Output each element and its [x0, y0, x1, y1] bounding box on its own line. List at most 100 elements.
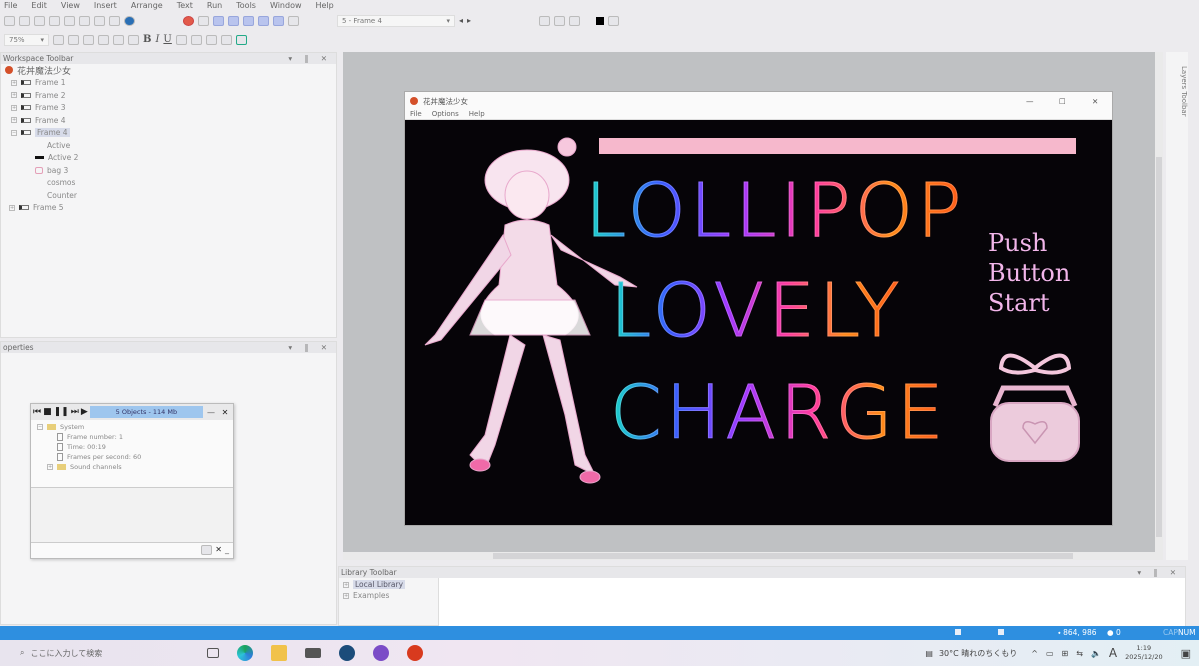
tree-object[interactable]: Counter	[5, 189, 336, 202]
tree-system[interactable]: − System	[37, 422, 227, 432]
game-menu-help[interactable]: Help	[469, 110, 485, 119]
frame-editor-icon[interactable]	[228, 15, 239, 26]
game-menu-options[interactable]: Options	[432, 110, 459, 119]
menu-arrange[interactable]: Arrange	[131, 1, 163, 10]
menu-run[interactable]: Run	[207, 1, 222, 10]
check-icon[interactable]	[68, 34, 79, 45]
layers-toolbar[interactable]: Layers Toolbar	[1166, 52, 1188, 560]
close-button[interactable]: ✕	[219, 408, 231, 417]
step-icon[interactable]: ⏭	[71, 407, 79, 417]
library-examples[interactable]: + Examples	[343, 590, 434, 601]
help-icon[interactable]	[124, 15, 135, 26]
bold-button[interactable]: B	[143, 34, 151, 45]
ime-indicator[interactable]: A	[1109, 646, 1117, 660]
vertical-scrollbar[interactable]	[1155, 52, 1163, 552]
clock[interactable]: 1:19 2025/12/20	[1125, 644, 1162, 662]
save-icon[interactable]	[34, 15, 45, 26]
watch-icon[interactable]	[201, 545, 213, 555]
menu-view[interactable]: View	[61, 1, 80, 10]
mail-icon[interactable]	[305, 648, 321, 658]
underline-button[interactable]: U	[163, 34, 171, 45]
library-local[interactable]: + Local Library	[343, 579, 434, 590]
menu-help[interactable]: Help	[316, 1, 334, 10]
weather-text[interactable]: 30°C 晴れのちくもり	[939, 648, 1017, 659]
usb-icon[interactable]: ⇆	[1076, 649, 1083, 658]
app-icon[interactable]	[373, 645, 389, 661]
tree-object[interactable]: bag 3	[5, 164, 336, 177]
menu-file[interactable]: File	[4, 1, 17, 10]
grid-icon[interactable]	[539, 15, 551, 26]
tree-item[interactable]: Frame number: 1	[37, 432, 227, 442]
tree-object[interactable]: Active 2	[5, 152, 336, 165]
network-icon[interactable]: ⊞	[1062, 649, 1069, 658]
file-explorer-icon[interactable]	[271, 645, 287, 661]
next-frame-icon[interactable]: ▸	[467, 16, 471, 25]
color-icon[interactable]	[596, 16, 605, 25]
align-grid-icon[interactable]	[83, 34, 94, 45]
game-stage[interactable]: LOLLIPOP LOVELY CHARGE Push Button Start	[405, 120, 1112, 525]
new-icon[interactable]	[4, 15, 15, 26]
tree-frame-selected[interactable]: − Frame 4	[5, 127, 336, 140]
table-icon[interactable]	[98, 34, 109, 45]
redo-icon[interactable]	[109, 15, 120, 26]
prev-frame-icon[interactable]: ◂	[459, 16, 463, 25]
align-right-icon[interactable]	[220, 34, 232, 45]
tree-frame[interactable]: + Frame 4	[5, 114, 336, 127]
align-center-icon[interactable]	[205, 34, 217, 45]
tray-chevron-icon[interactable]: ^	[1031, 649, 1038, 658]
tree-item[interactable]: Frames per second: 60	[37, 452, 227, 462]
tree-frame[interactable]: + Frame 3	[5, 102, 336, 115]
panel-controls[interactable]: ▾ ‖ ✕	[288, 343, 336, 352]
build-icon[interactable]	[288, 15, 299, 26]
taskbar-search[interactable]: ⌕ ここに入力して検索	[0, 640, 198, 666]
volume-icon[interactable]: 🔈	[1091, 649, 1101, 658]
delete-icon[interactable]: ✕	[215, 545, 222, 555]
edge-icon[interactable]	[237, 645, 253, 661]
layout-icon[interactable]	[113, 34, 124, 45]
align-left-icon[interactable]	[190, 34, 202, 45]
menu-tools[interactable]: Tools	[236, 1, 256, 10]
event-list-icon[interactable]	[258, 15, 269, 26]
panel-controls[interactable]: ▾ ‖ ✕	[1137, 568, 1185, 577]
debugger-log[interactable]	[31, 488, 233, 543]
menu-window[interactable]: Window	[270, 1, 302, 10]
minimize-button[interactable]: —	[1026, 97, 1054, 106]
tree-frame[interactable]: + Frame 2	[5, 89, 336, 102]
tree-sound[interactable]: + Sound channels	[37, 462, 227, 472]
undo-icon[interactable]	[94, 15, 105, 26]
storyboard-icon[interactable]	[213, 15, 224, 26]
maximize-button[interactable]: ☐	[1059, 97, 1087, 106]
task-view-icon[interactable]	[207, 648, 219, 658]
hand-icon[interactable]	[53, 34, 64, 45]
tree-frame[interactable]: + Frame 1	[5, 77, 336, 90]
pause-icon[interactable]: ❚❚	[54, 407, 69, 417]
menu-text[interactable]: Text	[177, 1, 193, 10]
fit-icon[interactable]	[235, 34, 247, 45]
window-icon[interactable]	[569, 15, 581, 26]
data-elements-icon[interactable]	[273, 15, 284, 26]
menu-insert[interactable]: Insert	[94, 1, 117, 10]
horizontal-scrollbar[interactable]	[343, 552, 1163, 560]
fusion-icon[interactable]	[407, 645, 423, 661]
stop-icon[interactable]: ■	[43, 407, 52, 417]
minimize-button[interactable]: —	[205, 408, 217, 417]
text-color-icon[interactable]	[175, 34, 187, 45]
properties-icon[interactable]	[608, 15, 620, 26]
open-icon[interactable]	[19, 15, 30, 26]
paste-icon[interactable]	[79, 15, 90, 26]
snap-icon[interactable]	[554, 15, 566, 26]
play-icon[interactable]: ▶	[81, 407, 88, 417]
restart-icon[interactable]: ⏮	[33, 407, 41, 417]
tree-object[interactable]: cosmos	[5, 177, 336, 190]
notification-icon[interactable]: ▣	[1181, 647, 1191, 660]
font-icon[interactable]	[128, 34, 139, 45]
run-application-icon[interactable]	[183, 15, 194, 26]
close-button[interactable]: ✕	[1092, 97, 1112, 106]
zoom-select[interactable]: 75% ▾	[4, 33, 49, 46]
cut-icon[interactable]	[49, 15, 60, 26]
copy-icon[interactable]	[64, 15, 75, 26]
run-frame-icon[interactable]	[198, 15, 209, 26]
tree-frame[interactable]: + Frame 5	[5, 202, 336, 215]
tree-app[interactable]: 花丼魔法少女	[5, 64, 336, 77]
italic-button[interactable]: I	[155, 34, 159, 45]
